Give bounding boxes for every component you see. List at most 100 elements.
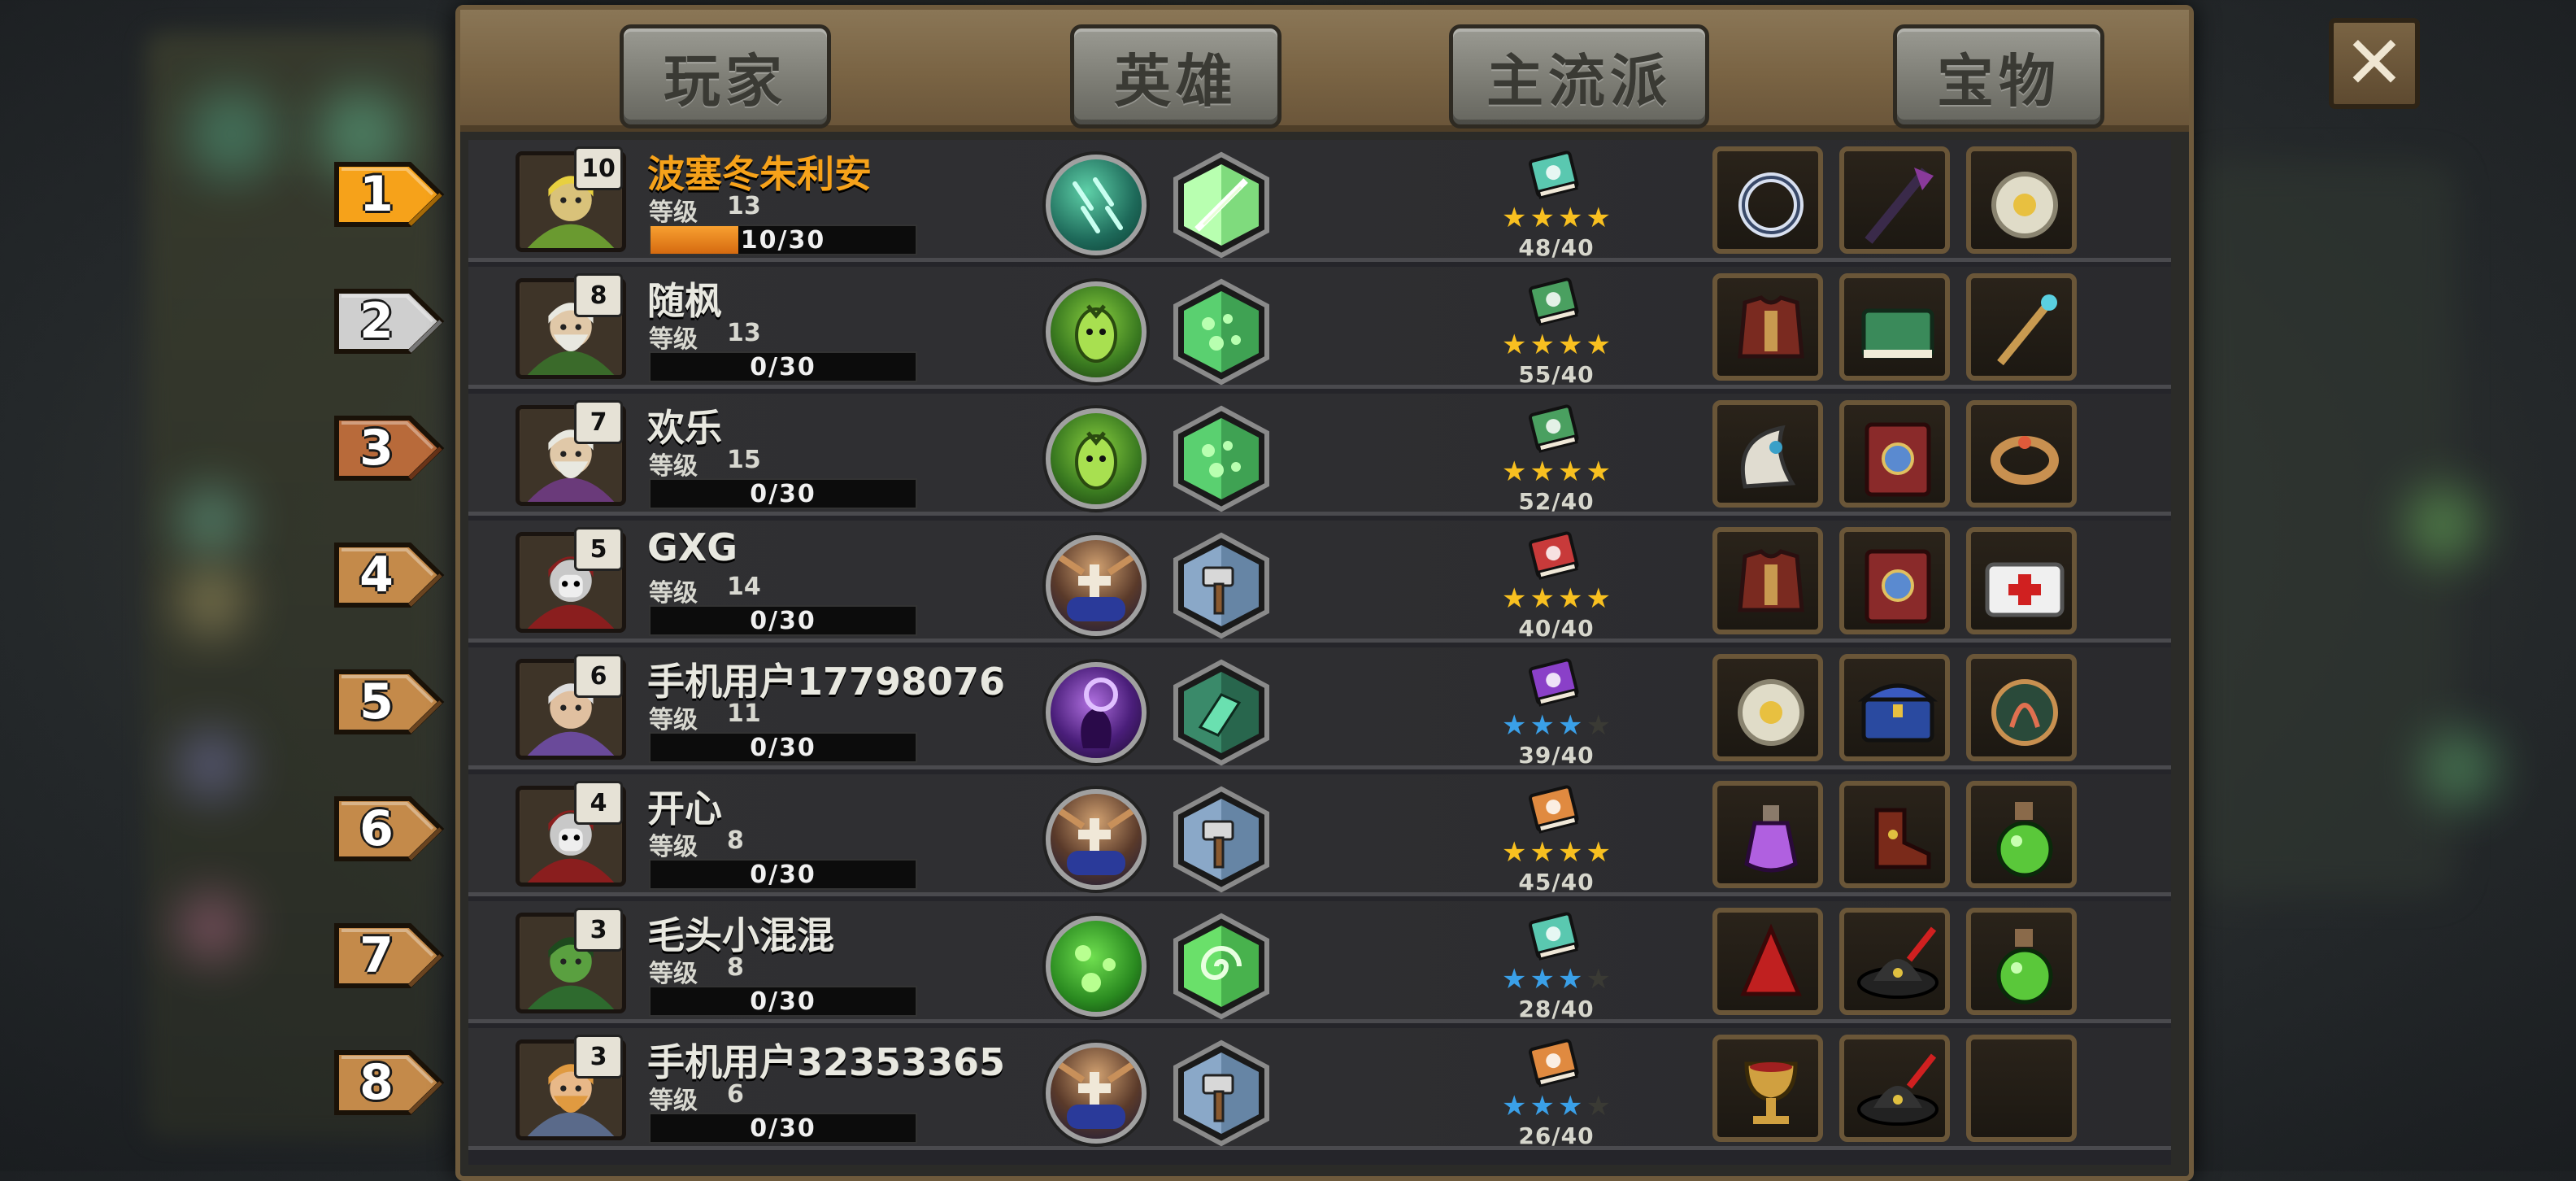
leaderboard-row[interactable]: 4 开心 等级 8 0/30 ★ ★ ★ ★ 45/40 — [468, 774, 2171, 896]
star-filled-icon: ★ — [1558, 202, 1583, 234]
talent-hex-icon[interactable] — [1168, 405, 1275, 512]
talent-hex-icon[interactable] — [1168, 913, 1275, 1020]
xp-text: 0/30 — [750, 733, 816, 762]
rank-number: 4 — [359, 547, 394, 604]
hero-level-badge: 10 — [574, 146, 623, 190]
tab-hero[interactable]: 英雄 — [1070, 24, 1281, 129]
tab-player[interactable]: 玩家 — [620, 24, 831, 129]
faction-book-icon[interactable] — [1525, 146, 1582, 203]
treasure-empty-slot[interactable] — [1966, 1035, 2077, 1142]
star-filled-icon: ★ — [1530, 455, 1555, 488]
talent-hex-icon[interactable] — [1168, 1039, 1275, 1147]
star-empty-icon: ★ — [1586, 1090, 1611, 1122]
hero-skill-icon[interactable] — [1046, 916, 1147, 1017]
star-filled-icon: ★ — [1502, 1090, 1527, 1122]
star-filled-icon: ★ — [1502, 329, 1527, 361]
star-filled-icon: ★ — [1586, 836, 1611, 869]
level-label: 等级 — [649, 325, 698, 354]
treasure-horn-icon[interactable] — [1712, 400, 1823, 508]
hero-level-badge: 3 — [574, 908, 623, 952]
treasure-medkit-icon[interactable] — [1966, 527, 2077, 634]
xp-text: 0/30 — [750, 987, 816, 1016]
hero-skill-icon[interactable] — [1046, 1043, 1147, 1144]
rank-number: 6 — [359, 800, 394, 857]
treasure-bracelet-icon[interactable] — [1966, 400, 2077, 508]
treasure-potion-green-icon[interactable] — [1966, 908, 2077, 1015]
hero-skill-icon[interactable] — [1046, 789, 1147, 890]
star-filled-icon: ★ — [1530, 202, 1555, 234]
star-filled-icon: ★ — [1530, 963, 1555, 996]
faction-book-icon[interactable] — [1525, 1035, 1582, 1092]
level-value: 15 — [727, 446, 761, 474]
talent-hex-icon[interactable] — [1168, 532, 1275, 639]
leaderboard-row[interactable]: 3 手机用户32353365 等级 6 0/30 ★ ★ ★ ★ 26/40 — [468, 1028, 2171, 1150]
treasure-potion-purple-icon[interactable] — [1712, 781, 1823, 888]
treasure-hat-icon[interactable] — [1839, 908, 1950, 1015]
leaderboard-row[interactable]: 5 GXG 等级 14 0/30 ★ ★ ★ ★ 40/40 — [468, 521, 2171, 643]
hero-skill-icon[interactable] — [1046, 155, 1147, 255]
leaderboard-row[interactable]: 10 波塞冬朱利安 等级 13 10/30 ★ ★ ★ ★ 48/40 — [468, 140, 2171, 262]
background-blur — [179, 732, 244, 797]
faction-book-icon[interactable] — [1525, 908, 1582, 965]
player-name: 随枫 — [647, 279, 722, 323]
treasure-amulet-icon[interactable] — [1966, 146, 2077, 254]
treasure-potion-green-icon[interactable] — [1966, 781, 2077, 888]
faction-stars: ★ ★ ★ ★ — [1491, 711, 1621, 740]
treasure-ring-icon[interactable] — [1712, 146, 1823, 254]
treasure-hood-icon[interactable] — [1712, 908, 1823, 1015]
treasure-spellbook-icon[interactable] — [1839, 400, 1950, 508]
treasure-spellbook-icon[interactable] — [1839, 527, 1950, 634]
treasure-wand-icon[interactable] — [1966, 273, 2077, 381]
faction-book-icon[interactable] — [1525, 400, 1582, 457]
treasure-amulet-icon[interactable] — [1712, 654, 1823, 761]
treasure-boots-icon[interactable] — [1839, 781, 1950, 888]
xp-bar: 10/30 — [649, 224, 917, 255]
treasure-armor-icon[interactable] — [1712, 527, 1823, 634]
rank-marker: 1 — [332, 159, 446, 229]
star-filled-icon: ★ — [1530, 582, 1555, 615]
faction-book-icon[interactable] — [1525, 527, 1582, 584]
faction-book-icon[interactable] — [1525, 273, 1582, 330]
hero-skill-icon[interactable] — [1046, 408, 1147, 509]
tab-main-faction[interactable]: 主流派 — [1449, 24, 1709, 129]
treasure-rune-icon[interactable] — [1966, 654, 2077, 761]
treasure-armor-icon[interactable] — [1712, 273, 1823, 381]
leaderboard-row[interactable]: 8 随枫 等级 13 0/30 ★ ★ ★ ★ 55/40 — [468, 267, 2171, 389]
treasure-book-icon[interactable] — [1839, 273, 1950, 381]
star-filled-icon: ★ — [1530, 329, 1555, 361]
treasure-chest-icon[interactable] — [1839, 654, 1950, 761]
faction-stars: ★ ★ ★ ★ — [1491, 457, 1621, 486]
rank-marker: 2 — [332, 286, 446, 356]
tab-treasure[interactable]: 宝物 — [1893, 24, 2104, 129]
treasure-goblet-icon[interactable] — [1712, 1035, 1823, 1142]
leaderboard-row[interactable]: 6 手机用户17798076 等级 11 0/30 ★ ★ ★ ★ 39/40 — [468, 647, 2171, 769]
hero-level-badge: 3 — [574, 1035, 623, 1079]
talent-hex-icon[interactable] — [1168, 786, 1275, 893]
hero-skill-icon[interactable] — [1046, 281, 1147, 382]
treasure-hat-icon[interactable] — [1839, 1035, 1950, 1142]
faction-book-icon[interactable] — [1525, 654, 1582, 711]
star-filled-icon: ★ — [1586, 202, 1611, 234]
rank-number: 3 — [359, 420, 394, 477]
faction-book-icon[interactable] — [1525, 781, 1582, 838]
background-blur — [2423, 732, 2496, 805]
player-name: 开心 — [647, 787, 722, 830]
star-empty-icon: ★ — [1586, 963, 1611, 996]
hero-skill-icon[interactable] — [1046, 662, 1147, 763]
hero-skill-icon[interactable] — [1046, 535, 1147, 636]
rank-marker: 4 — [332, 540, 446, 610]
leaderboard-row[interactable]: 7 欢乐 等级 15 0/30 ★ ★ ★ ★ 52/40 — [468, 394, 2171, 516]
treasure-staff-icon[interactable] — [1839, 146, 1950, 254]
background-blur — [179, 488, 244, 553]
star-filled-icon: ★ — [1502, 455, 1527, 488]
faction-ratio: 55/40 — [1518, 361, 1595, 388]
rank-number: 8 — [359, 1054, 394, 1111]
close-button[interactable]: ✕ — [2329, 18, 2420, 109]
talent-hex-icon[interactable] — [1168, 659, 1275, 766]
player-name: 毛头小混混 — [647, 913, 834, 957]
talent-hex-icon[interactable] — [1168, 278, 1275, 386]
leaderboard-row[interactable]: 3 毛头小混混 等级 8 0/30 ★ ★ ★ ★ 28/40 — [468, 901, 2171, 1023]
star-filled-icon: ★ — [1586, 582, 1611, 615]
talent-hex-icon[interactable] — [1168, 151, 1275, 259]
faction-stars: ★ ★ ★ ★ — [1491, 203, 1621, 233]
